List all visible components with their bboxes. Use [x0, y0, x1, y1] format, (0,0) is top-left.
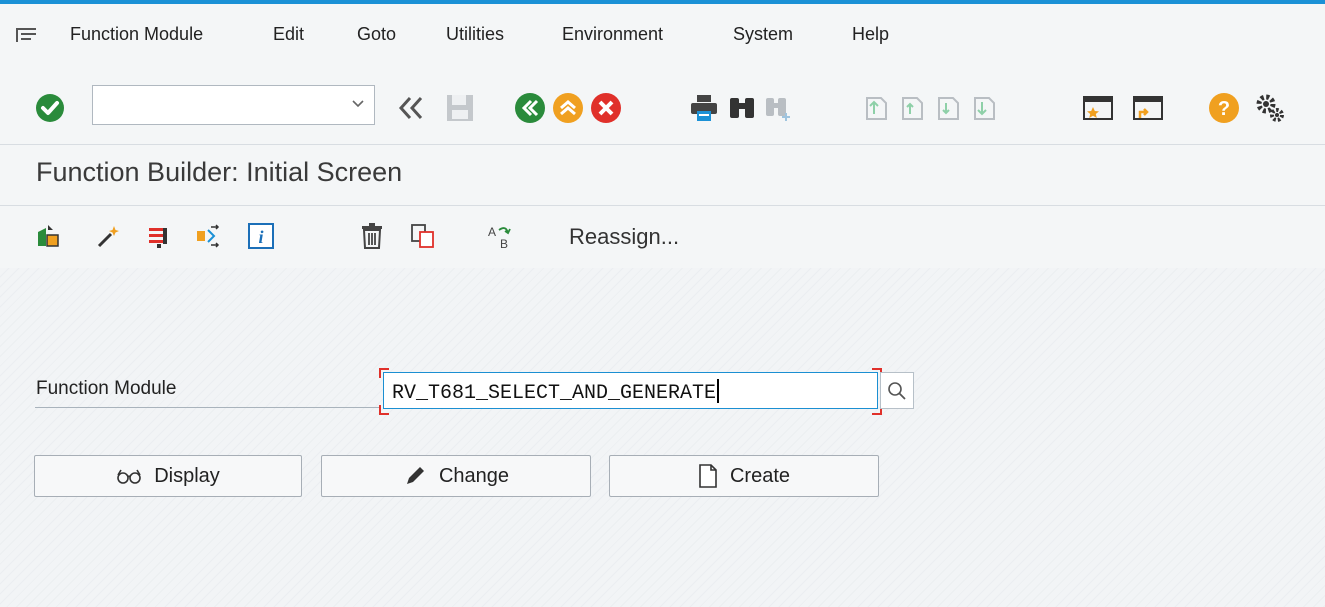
- function-module-label: Function Module: [36, 378, 177, 399]
- svg-text:i: i: [258, 227, 263, 247]
- title-bar: Function Builder: Initial Screen: [0, 144, 1325, 205]
- cancel-icon[interactable]: [588, 90, 624, 126]
- menu-environment[interactable]: Environment: [562, 24, 663, 45]
- menu-help[interactable]: Help: [852, 24, 889, 45]
- command-field[interactable]: [92, 85, 375, 125]
- menu-icon[interactable]: [16, 28, 36, 42]
- new-document-icon: [699, 464, 717, 488]
- print-icon[interactable]: [686, 90, 722, 126]
- find-next-icon[interactable]: [760, 90, 796, 126]
- display-button[interactable]: Display: [34, 455, 302, 497]
- test-icon[interactable]: [192, 220, 224, 252]
- enter-icon[interactable]: [32, 90, 68, 126]
- menu-function-module[interactable]: Function Module: [70, 24, 203, 45]
- delete-icon[interactable]: [356, 220, 388, 252]
- value-help-button[interactable]: [880, 372, 914, 409]
- next-page-icon[interactable]: [930, 90, 966, 126]
- menu-goto[interactable]: Goto: [357, 24, 396, 45]
- application-toolbar: i AB Reassign...: [0, 205, 1325, 269]
- generate-shortcut-icon[interactable]: [1130, 90, 1166, 126]
- first-page-icon[interactable]: [858, 90, 894, 126]
- label-underline: [35, 407, 380, 408]
- collapse-icon[interactable]: [394, 90, 430, 126]
- change-button[interactable]: Change: [321, 455, 591, 497]
- standard-toolbar: ?: [0, 68, 1325, 144]
- exit-icon[interactable]: [550, 90, 586, 126]
- svg-text:?: ?: [1218, 98, 1230, 120]
- copy-icon[interactable]: [407, 220, 439, 252]
- other-object-icon[interactable]: [32, 220, 64, 252]
- main-content: Function Module RV_T681_SELECT_AND_GENER…: [0, 268, 1325, 607]
- previous-page-icon[interactable]: [894, 90, 930, 126]
- svg-text:B: B: [500, 237, 508, 251]
- wizard-icon[interactable]: [93, 220, 125, 252]
- display-button-label: Display: [154, 464, 220, 487]
- back-icon[interactable]: [512, 90, 548, 126]
- svg-text:A: A: [488, 225, 496, 239]
- menu-utilities[interactable]: Utilities: [446, 24, 504, 45]
- function-module-value: RV_T681_SELECT_AND_GENERATE: [392, 382, 717, 405]
- create-button-label: Create: [729, 464, 791, 487]
- create-session-icon[interactable]: [1080, 90, 1116, 126]
- menu-bar: Function Module Edit Goto Utilities Envi…: [0, 4, 1325, 68]
- reassign-button[interactable]: Reassign...: [569, 224, 679, 250]
- glasses-icon: [117, 469, 142, 484]
- pencil-icon: [406, 467, 424, 484]
- find-icon[interactable]: [724, 90, 760, 126]
- search-icon: [888, 381, 906, 400]
- focus-corner: [379, 368, 389, 378]
- last-page-icon[interactable]: [966, 90, 1002, 126]
- menu-system[interactable]: System: [733, 24, 793, 45]
- info-icon[interactable]: i: [245, 220, 277, 252]
- page-title: Function Builder: Initial Screen: [36, 157, 403, 187]
- menu-edit[interactable]: Edit: [273, 24, 304, 45]
- function-module-input[interactable]: RV_T681_SELECT_AND_GENERATE: [383, 372, 878, 409]
- rename-icon[interactable]: AB: [484, 220, 516, 252]
- create-button[interactable]: Create: [609, 455, 879, 497]
- settings-icon[interactable]: [1252, 90, 1288, 126]
- where-used-icon[interactable]: [143, 220, 175, 252]
- command-dropdown-icon[interactable]: [351, 96, 365, 110]
- change-button-label: Change: [438, 464, 510, 487]
- help-icon[interactable]: ?: [1206, 90, 1242, 126]
- focus-corner: [379, 405, 389, 415]
- text-caret: [717, 379, 720, 403]
- save-icon[interactable]: [442, 90, 478, 126]
